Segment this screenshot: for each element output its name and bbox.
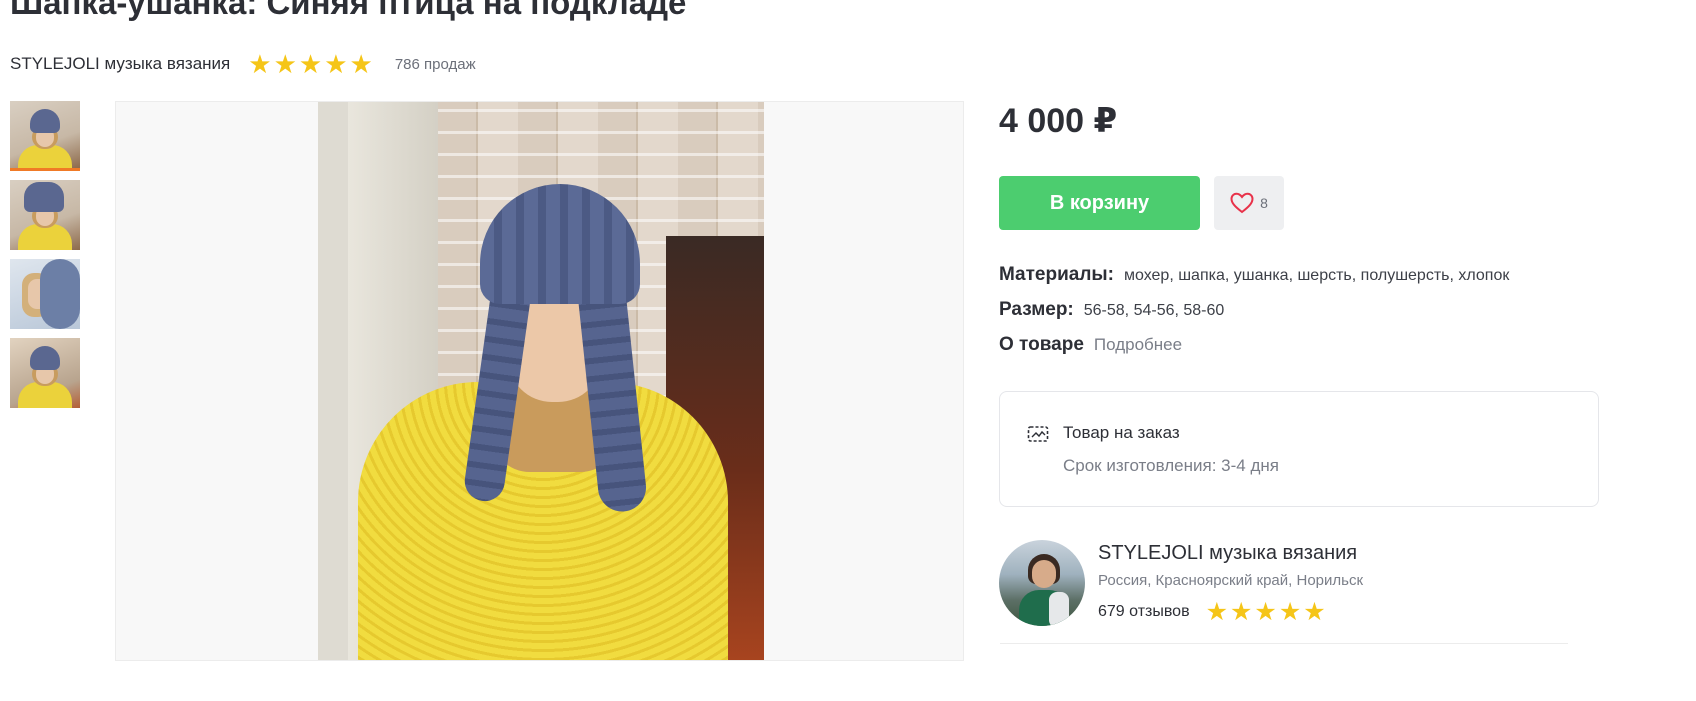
- product-price: 4 000 ₽: [999, 102, 1118, 140]
- star-icon: ★: [1278, 597, 1302, 626]
- shop-name-link[interactable]: STYLEJOLI музыка вязания: [10, 54, 230, 74]
- star-icon: ★: [349, 49, 373, 79]
- heart-icon: [1230, 192, 1254, 214]
- size-value: 56-58, 54-56, 58-60: [1083, 302, 1225, 319]
- materials-value: мохер, шапка, ушанка, шерсть, полушерсть…: [1123, 267, 1510, 284]
- thumbnail-3[interactable]: [10, 259, 80, 329]
- more-details-link[interactable]: Подробнее: [1094, 335, 1182, 355]
- star-icon: ★: [298, 49, 323, 79]
- seller-name-link[interactable]: STYLEJOLI музыка вязания: [1098, 542, 1357, 565]
- divider: [1000, 643, 1568, 644]
- main-image-frame[interactable]: [115, 101, 964, 661]
- thumbnail-2[interactable]: [10, 180, 80, 250]
- star-icon: ★: [248, 49, 272, 79]
- thumbnail-list: [10, 101, 80, 417]
- star-icon: ★: [324, 49, 348, 79]
- seller-reviews-count[interactable]: 679 отзывов: [1098, 603, 1190, 621]
- size-label: Размер:: [999, 299, 1074, 320]
- star-icon: ★: [273, 49, 297, 79]
- seller-rating-stars: ★ ★ ★ ★ ★: [1205, 597, 1326, 626]
- materials-label: Материалы:: [999, 264, 1114, 285]
- star-icon: ★: [1303, 597, 1326, 626]
- sales-count: 786 продаж: [394, 55, 476, 73]
- product-title: Шапка-ушанка: Синяя птица на подкладе: [10, 0, 687, 21]
- shop-line: STYLEJOLI музыка вязания ★ ★ ★ ★ ★ 786 п…: [10, 51, 476, 77]
- seller-reviews-row: 679 отзывов ★ ★ ★ ★ ★: [1098, 599, 1326, 625]
- favorite-button[interactable]: 8: [1214, 176, 1284, 230]
- add-to-cart-button[interactable]: В корзину: [999, 176, 1200, 230]
- shop-rating-stars: ★ ★ ★ ★ ★: [248, 51, 373, 77]
- made-to-order-box: Товар на заказ Срок изготовления: 3-4 дн…: [999, 391, 1599, 507]
- materials-row: Материалы: мохер, шапка, ушанка, шерсть,…: [999, 264, 1509, 286]
- product-photo[interactable]: [318, 102, 764, 660]
- favorites-count: 8: [1260, 195, 1268, 211]
- size-row: Размер: 56-58, 54-56, 58-60: [999, 299, 1224, 321]
- star-icon: ★: [1254, 597, 1277, 626]
- production-term: Срок изготовления: 3-4 дня: [1063, 456, 1279, 475]
- made-to-order-title: Товар на заказ: [1063, 423, 1180, 442]
- about-row: О товаре Подробнее: [999, 334, 1182, 356]
- star-icon: ★: [1205, 597, 1228, 626]
- seller-avatar[interactable]: [999, 540, 1085, 626]
- thumbnail-1[interactable]: [10, 101, 80, 171]
- thumbnail-4[interactable]: [10, 338, 80, 408]
- star-icon: ★: [1230, 597, 1253, 626]
- made-to-order-icon: [1027, 426, 1049, 442]
- about-label: О товаре: [999, 334, 1084, 355]
- seller-location: Россия, Красноярский край, Норильск: [1098, 572, 1364, 589]
